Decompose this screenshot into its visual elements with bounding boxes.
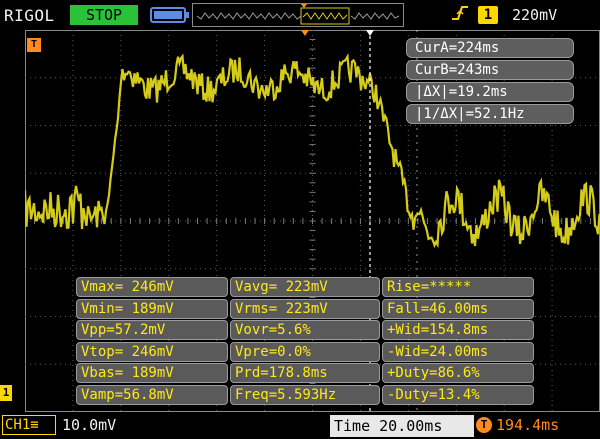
delta-x-readout: |ΔX|=19.2ms — [406, 82, 574, 102]
measurement-cell: Vmin= 189mV — [76, 298, 228, 319]
measurement-row: Vpp=57.2mV Vovr=5.6% +Wid=154.8ms — [76, 320, 536, 340]
cursor-a-readout: CurA=224ms — [406, 38, 574, 58]
trigger-offset-value[interactable]: 194.4ms — [496, 416, 559, 434]
memory-overview-strip[interactable] — [192, 3, 404, 27]
measurement-cell: -Wid=24.00ms — [382, 341, 534, 362]
trigger-position-marker — [301, 30, 309, 36]
measurement-cell: +Duty=86.6% — [382, 363, 534, 383]
ch1-badge[interactable]: CH1≡ — [2, 415, 56, 435]
measurement-cell: Vbas= 189mV — [76, 363, 228, 383]
ch1-label: CH1 — [5, 417, 31, 433]
measurement-row: Vmax= 246mV Vavg= 223mV Rise=***** — [76, 277, 536, 297]
measurement-cell: Vpre=0.0% — [230, 341, 380, 362]
measurement-cell: Vmax= 246mV — [76, 277, 228, 297]
bottom-status-bar: CH1≡ 10.0mV Time 20.00ms T 194.4ms — [0, 412, 600, 439]
timebase-readout[interactable]: Time 20.00ms — [330, 415, 474, 437]
measurement-cell: Fall=46.00ms — [382, 298, 534, 319]
trigger-offset-icon: T — [476, 417, 492, 433]
measurement-row: Vtop= 246mV Vpre=0.0% -Wid=24.00ms — [76, 341, 536, 362]
measurement-cell: Vrms= 223mV — [230, 298, 380, 319]
trigger-level-value: 220mV — [512, 6, 558, 24]
run-stop-indicator[interactable]: STOP — [70, 5, 138, 25]
measurement-row: Vamp=56.8mV Freq=5.593Hz -Duty=13.4% — [76, 384, 536, 405]
measurement-cell: Prd=178.8ms — [230, 363, 380, 383]
measurement-cell: Vovr=5.6% — [230, 320, 380, 340]
measurement-cell: -Duty=13.4% — [382, 384, 534, 405]
measurement-cell: Vtop= 246mV — [76, 341, 228, 362]
measurement-cell: Rise=***** — [382, 277, 534, 297]
measurement-cell: +Wid=154.8ms — [382, 320, 534, 340]
measurement-cell: Vpp=57.2mV — [76, 320, 228, 340]
rising-edge-icon — [450, 4, 472, 24]
trigger-source-badge[interactable]: 1 — [478, 6, 498, 24]
trigger-level-marker[interactable]: T — [27, 38, 41, 52]
measurement-row: Vmin= 189mV Vrms= 223mV Fall=46.00ms — [76, 298, 536, 319]
ch1-vertical-scale: 10.0mV — [62, 416, 117, 434]
ch1-ground-marker[interactable]: 1 — [0, 385, 12, 401]
brand-label: RIGOL — [4, 6, 55, 25]
battery-icon — [150, 7, 189, 23]
measurement-cell: Freq=5.593Hz — [230, 384, 380, 405]
cursor-readout-panel: CurA=224ms CurB=243ms |ΔX|=19.2ms |1/ΔX|… — [406, 38, 576, 126]
top-status-bar: RIGOL STOP 1 220mV — [0, 0, 600, 30]
cursor-a-marker — [366, 30, 374, 36]
inverse-delta-x-readout: |1/ΔX|=52.1Hz — [406, 104, 574, 124]
memory-waveform-icon — [196, 4, 400, 25]
measurement-row: Vbas= 189mV Prd=178.8ms +Duty=86.6% — [76, 363, 536, 383]
measurement-cell: Vavg= 223mV — [230, 277, 380, 297]
cursor-b-readout: CurB=243ms — [406, 60, 574, 80]
measurement-table: Vmax= 246mV Vavg= 223mV Rise=***** Vmin= 18… — [76, 277, 536, 406]
measurement-cell: Vamp=56.8mV — [76, 384, 228, 405]
